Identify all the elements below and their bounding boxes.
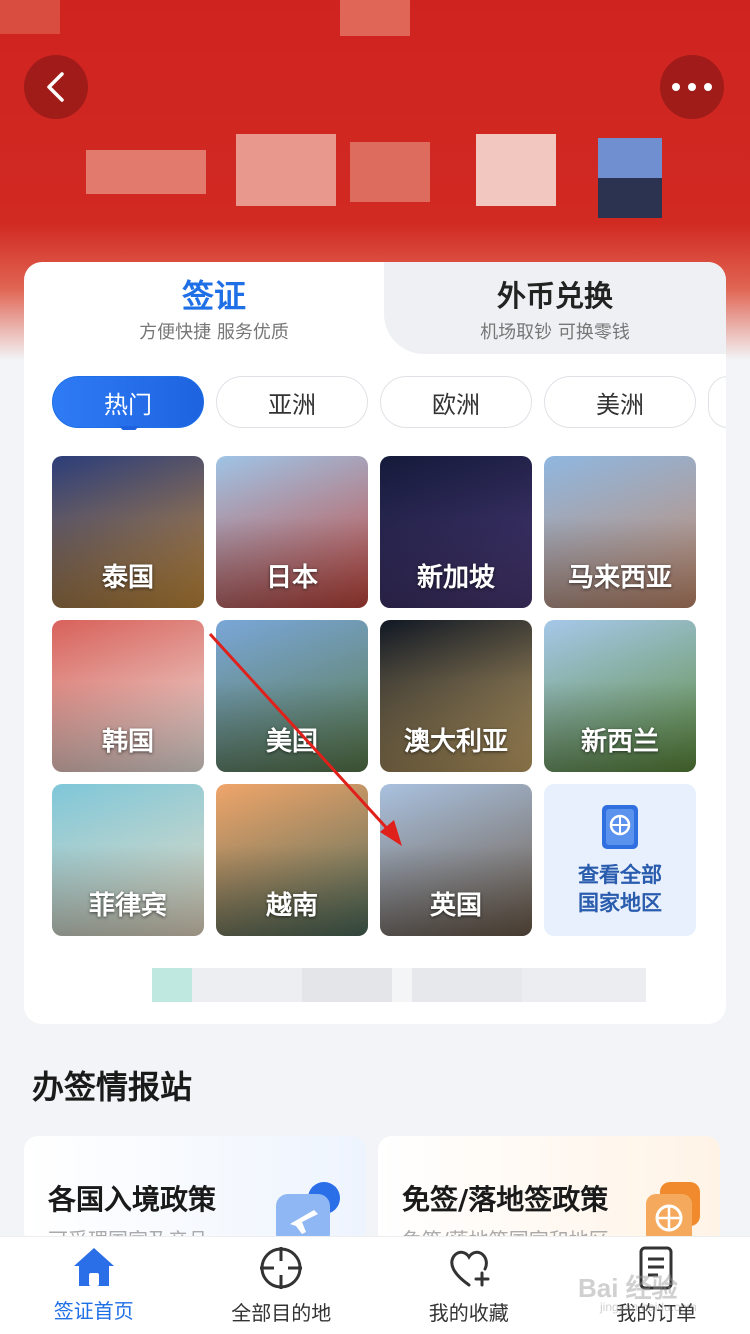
- country-tile-australia[interactable]: 澳大利亚: [380, 620, 532, 772]
- blurred-block: [598, 138, 662, 178]
- blurred-block: [476, 134, 556, 206]
- blurred-block: [0, 0, 60, 34]
- region-chip-more[interactable]: [708, 376, 726, 428]
- country-name: 菲律宾: [88, 891, 167, 921]
- nav-label: 签证首页: [53, 1299, 134, 1323]
- baidu-watermark-url: jingyan.baidu.com: [600, 1300, 697, 1314]
- country-tile-usa[interactable]: 美国: [216, 620, 368, 772]
- country-name: 澳大利亚: [403, 727, 508, 757]
- country-name: 泰国: [101, 563, 154, 593]
- country-tile-philippines[interactable]: 菲律宾: [52, 784, 204, 936]
- country-tile-japan[interactable]: 日本: [216, 456, 368, 608]
- crosshair-icon: [260, 1247, 303, 1289]
- region-filter: 热门 亚洲 欧洲 美洲: [52, 376, 726, 430]
- region-chip-europe[interactable]: 欧洲: [380, 376, 532, 428]
- tab-exchange-title: 外币兑换: [496, 279, 613, 313]
- country-name: 越南: [265, 891, 318, 921]
- section-title: 办签情报站: [32, 1068, 193, 1106]
- country-tile-singapore[interactable]: 新加坡: [380, 456, 532, 608]
- country-grid: 泰国 日本 新加坡 马来西亚 韩国 美国 澳大利亚 新西兰 菲律宾 越南 英国 …: [52, 456, 698, 936]
- view-all-countries-button[interactable]: 查看全部国家地区: [544, 784, 696, 936]
- country-name: 新加坡: [416, 563, 495, 593]
- nav-favorites[interactable]: 我的收藏: [375, 1237, 563, 1334]
- tab-visa[interactable]: 签证 方便快捷 服务优质: [24, 262, 404, 354]
- tab-visa-title: 签证: [181, 277, 246, 315]
- info-card-title: 各国入境政策: [48, 1183, 217, 1216]
- country-name: 美国: [265, 727, 318, 757]
- country-tile-vietnam[interactable]: 越南: [216, 784, 368, 936]
- country-tile-thailand[interactable]: 泰国: [52, 456, 204, 608]
- nav-all-destinations[interactable]: 全部目的地: [188, 1237, 376, 1334]
- blurred-title: [86, 150, 206, 194]
- tab-currency-exchange[interactable]: 外币兑换 机场取钞 可换零钱: [384, 262, 726, 354]
- country-name: 韩国: [101, 727, 154, 757]
- tab-visa-subtitle: 方便快捷 服务优质: [139, 322, 289, 343]
- country-tile-korea[interactable]: 韩国: [52, 620, 204, 772]
- chevron-left-icon: [47, 72, 64, 102]
- blurred-block: [522, 968, 646, 1002]
- region-chip-hot[interactable]: 热门: [52, 376, 204, 430]
- country-tile-malaysia[interactable]: 马来西亚: [544, 456, 696, 608]
- more-dots-icon: [672, 83, 712, 91]
- blurred-block: [340, 0, 410, 36]
- country-name: 英国: [429, 891, 482, 921]
- passport-icon: [602, 805, 638, 849]
- region-chip-americas[interactable]: 美洲: [544, 376, 696, 428]
- country-name: 日本: [265, 563, 318, 593]
- view-all-label: 查看全部国家地区: [578, 863, 662, 915]
- visa-free-policy-card[interactable]: 免签/落地签政策 免签/落地签国家和地区: [378, 1136, 720, 1246]
- nav-visa-home[interactable]: 签证首页: [0, 1237, 188, 1334]
- blurred-block: [152, 968, 192, 1002]
- nav-label: 我的收藏: [428, 1301, 509, 1325]
- country-name: 马来西亚: [567, 563, 672, 593]
- country-tile-new-zealand[interactable]: 新西兰: [544, 620, 696, 772]
- blurred-block: [598, 178, 662, 218]
- blurred-block: [302, 968, 392, 1002]
- blurred-block: [392, 968, 412, 1002]
- more-button[interactable]: [660, 55, 724, 119]
- entry-policy-card[interactable]: 各国入境政策 可受理国家及产品: [24, 1136, 366, 1246]
- country-name: 新西兰: [580, 727, 659, 757]
- region-chip-asia[interactable]: 亚洲: [216, 376, 368, 428]
- blurred-block: [236, 134, 336, 206]
- tab-exchange-subtitle: 机场取钞 可换零钱: [480, 322, 630, 343]
- blurred-banner: [152, 968, 646, 1002]
- info-card-title: 免签/落地签政策: [402, 1183, 609, 1216]
- heart-plus-icon: [450, 1250, 490, 1287]
- country-tile-uk[interactable]: 英国: [380, 784, 532, 936]
- blurred-block: [192, 968, 302, 1002]
- blurred-block: [412, 968, 522, 1002]
- back-button[interactable]: [24, 55, 88, 119]
- visa-card: 签证 方便快捷 服务优质 外币兑换 机场取钞 可换零钱 热门 亚洲 欧洲 美洲 …: [24, 262, 726, 1024]
- home-icon: [73, 1248, 114, 1286]
- blurred-block: [350, 142, 430, 202]
- nav-label: 全部目的地: [231, 1301, 332, 1325]
